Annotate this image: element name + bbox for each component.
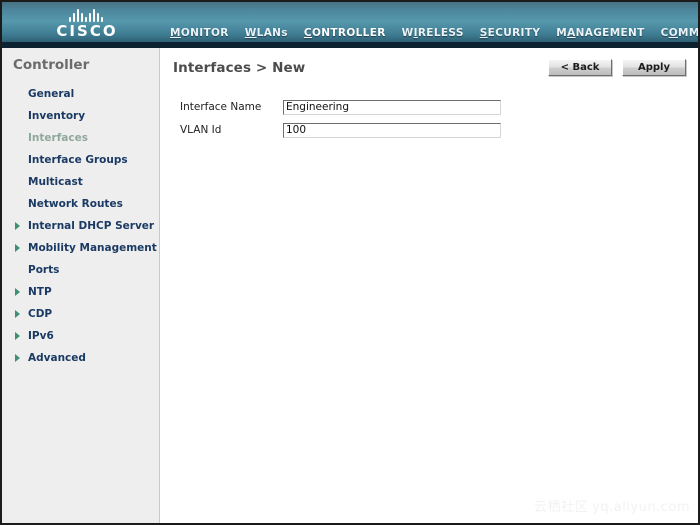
sidebar-item-multicast[interactable]: Multicast bbox=[2, 171, 159, 193]
sidebar-item-ipv6[interactable]: IPv6 bbox=[2, 325, 159, 347]
watermark: 云栖社区 yq.aliyun.com bbox=[534, 496, 690, 515]
field-input-vlan-id[interactable] bbox=[283, 122, 501, 138]
sidebar-item-ntp[interactable]: NTP bbox=[2, 281, 159, 303]
expand-arrow-icon bbox=[15, 288, 28, 296]
sidebar-item-label: Inventory bbox=[28, 110, 86, 122]
sidebar-item-label: Ports bbox=[28, 264, 60, 276]
back-button[interactable]: < Back bbox=[548, 59, 612, 76]
sidebar-item-label: Mobility Management bbox=[28, 242, 157, 254]
sidebar-item-general[interactable]: General bbox=[2, 83, 159, 105]
form-row: Interface Name bbox=[180, 96, 698, 118]
nav-accelerator: W bbox=[244, 27, 257, 39]
chevron-right-icon bbox=[15, 310, 20, 318]
sidebar-item-label: Interface Groups bbox=[28, 154, 128, 166]
nav-accelerator: M bbox=[170, 27, 181, 39]
sidebar-item-interface-groups[interactable]: Interface Groups bbox=[2, 149, 159, 171]
expand-arrow-icon bbox=[15, 222, 28, 230]
sidebar-title: Controller bbox=[13, 57, 90, 73]
sidebar-item-label: NTP bbox=[28, 286, 52, 298]
sidebar-item-label: General bbox=[28, 88, 75, 100]
sidebar-item-label: Interfaces bbox=[28, 132, 88, 144]
form-row: VLAN Id bbox=[180, 119, 698, 141]
body-split: Controller General Inventory Interfaces Int… bbox=[2, 48, 698, 523]
sidebar-item-internal-dhcp-server[interactable]: Internal DHCP Server bbox=[2, 215, 159, 237]
sidebar-menu: General Inventory Interfaces Interface Grou… bbox=[2, 83, 159, 369]
nav-accelerator: O bbox=[668, 27, 679, 39]
watermark-url: yq.aliyun.com bbox=[592, 500, 690, 515]
cisco-bridge-icon bbox=[43, 9, 129, 22]
sidebar-item-label: Advanced bbox=[28, 352, 86, 364]
sidebar-item-cdp[interactable]: CDP bbox=[2, 303, 159, 325]
expand-arrow-icon bbox=[15, 332, 28, 340]
chevron-right-icon bbox=[15, 332, 20, 340]
sidebar-item-mobility-management[interactable]: Mobility Management bbox=[2, 237, 159, 259]
field-label-interface-name: Interface Name bbox=[180, 101, 262, 113]
expand-arrow-icon bbox=[15, 244, 28, 252]
chevron-right-icon bbox=[15, 354, 20, 362]
sidebar-item-interfaces[interactable]: Interfaces bbox=[2, 127, 159, 149]
watermark-cn: 云栖社区 bbox=[534, 500, 589, 515]
chevron-right-icon bbox=[15, 244, 20, 252]
sidebar-item-label: Network Routes bbox=[28, 198, 123, 210]
field-label-vlan-id: VLAN Id bbox=[180, 124, 222, 136]
cisco-wlc-window: CISCO MONITOR WLANs CONTROLLER WIRELESS SECU… bbox=[0, 0, 700, 525]
interface-form: Interface Name VLAN Id bbox=[160, 96, 698, 141]
nav-accelerator: S bbox=[479, 27, 488, 39]
sidebar-item-ports[interactable]: Ports bbox=[2, 259, 159, 281]
nav-accelerator: A bbox=[567, 27, 576, 39]
sidebar-item-advanced[interactable]: Advanced bbox=[2, 347, 159, 369]
sidebar-item-label: IPv6 bbox=[28, 330, 54, 342]
sidebar-item-inventory[interactable]: Inventory bbox=[2, 105, 159, 127]
action-buttons: < Back Apply bbox=[548, 59, 686, 76]
sidebar-item-network-routes[interactable]: Network Routes bbox=[2, 193, 159, 215]
content-pane: Interfaces > New < Back Apply Interface … bbox=[160, 48, 698, 523]
expand-arrow-icon bbox=[15, 310, 28, 318]
expand-arrow-icon bbox=[15, 354, 28, 362]
sidebar-item-label: Internal DHCP Server bbox=[28, 220, 155, 232]
page-title: Interfaces > New bbox=[173, 60, 306, 76]
cisco-wordmark: CISCO bbox=[56, 22, 118, 40]
apply-button[interactable]: Apply bbox=[622, 59, 686, 76]
content-header: Interfaces > New < Back Apply bbox=[160, 48, 698, 76]
chevron-right-icon bbox=[15, 222, 20, 230]
sidebar-item-label: Multicast bbox=[28, 176, 83, 188]
app-header: CISCO MONITOR WLANs CONTROLLER WIRELESS SECU… bbox=[2, 2, 698, 48]
sidebar: Controller General Inventory Interfaces Int… bbox=[2, 48, 160, 523]
nav-accelerator: C bbox=[303, 27, 312, 39]
field-input-interface-name[interactable] bbox=[283, 99, 501, 115]
nav-accelerator: I bbox=[413, 27, 418, 39]
sidebar-item-label: CDP bbox=[28, 308, 53, 320]
chevron-right-icon bbox=[15, 288, 20, 296]
